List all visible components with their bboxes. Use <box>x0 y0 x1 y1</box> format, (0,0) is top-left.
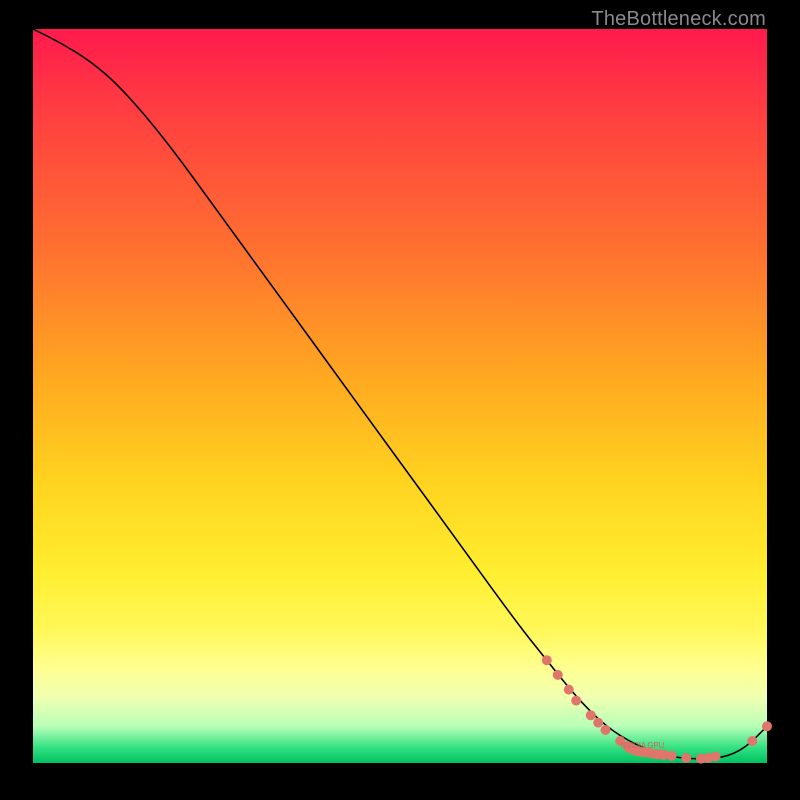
point-annotation: NVIDIA GPU <box>620 741 664 750</box>
data-point <box>762 721 772 731</box>
data-point <box>747 736 757 746</box>
annotations-group: NVIDIA GPU <box>620 741 664 750</box>
bottleneck-curve <box>33 29 767 759</box>
data-point <box>553 670 563 680</box>
data-point <box>681 753 691 763</box>
chart-frame: NVIDIA GPU <box>33 29 767 763</box>
data-point <box>571 696 581 706</box>
data-point <box>564 685 574 695</box>
data-point <box>593 718 603 728</box>
watermark-text: TheBottleneck.com <box>591 8 766 31</box>
data-point <box>711 751 721 761</box>
data-point <box>601 725 611 735</box>
data-point <box>586 710 596 720</box>
data-point <box>667 751 677 761</box>
data-point <box>542 655 552 665</box>
chart-svg: NVIDIA GPU <box>33 29 767 763</box>
